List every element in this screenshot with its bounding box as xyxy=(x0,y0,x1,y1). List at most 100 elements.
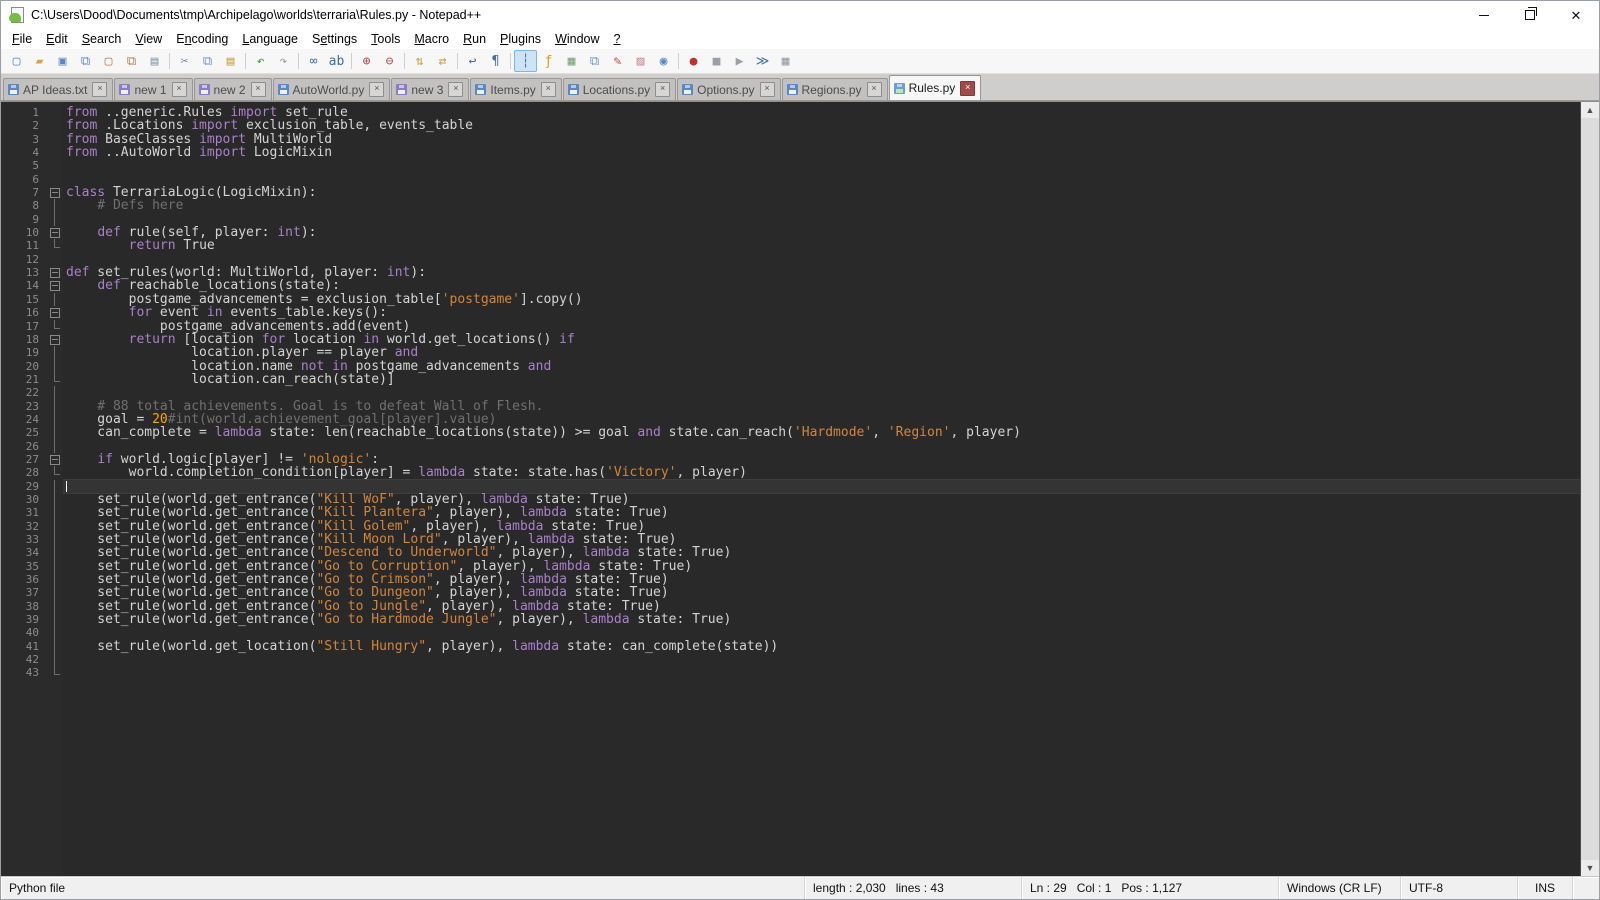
code-line-21[interactable]: location.can_reach(state)] xyxy=(63,373,1580,386)
edit-marker-icon[interactable]: ✎ xyxy=(606,50,629,72)
replace-icon[interactable]: ab xyxy=(325,50,348,72)
zoom-in-icon[interactable]: ⊕ xyxy=(355,50,378,72)
tab-close-icon[interactable]: × xyxy=(960,81,975,96)
code-line-41[interactable]: set_rule(world.get_location("Still Hungr… xyxy=(63,640,1580,653)
tab-close-icon[interactable]: × xyxy=(251,82,266,97)
sync-vertical-icon[interactable]: ⇅ xyxy=(408,50,431,72)
sync-horizontal-icon[interactable]: ⇄ xyxy=(431,50,454,72)
code-line-9[interactable] xyxy=(63,213,1580,226)
word-wrap-icon[interactable]: ↩ xyxy=(461,50,484,72)
find-icon[interactable]: ∞ xyxy=(302,50,325,72)
paste-icon[interactable]: ▤ xyxy=(219,50,242,72)
tab-close-icon[interactable]: × xyxy=(655,82,670,97)
code-line-8[interactable]: # Defs here xyxy=(63,199,1580,212)
code-line-43[interactable] xyxy=(63,666,1580,679)
code-line-23[interactable]: # 88 total achievements. Goal is to defe… xyxy=(63,400,1580,413)
tab-close-icon[interactable]: × xyxy=(448,82,463,97)
save-all-icon[interactable]: ⧉ xyxy=(74,50,97,72)
code-line-40[interactable] xyxy=(63,626,1580,639)
code-line-20[interactable]: location.name not in postgame_advancemen… xyxy=(63,360,1580,373)
code-line-30[interactable]: set_rule(world.get_entrance("Kill WoF", … xyxy=(63,493,1580,506)
code-line-3[interactable]: from BaseClasses import MultiWorld xyxy=(63,133,1580,146)
code-line-42[interactable] xyxy=(63,653,1580,666)
code-area[interactable]: from ..generic.Rules import set_rulefrom… xyxy=(63,102,1580,876)
show-all-chars-icon[interactable]: ¶ xyxy=(484,50,507,72)
menu-macro[interactable]: Macro xyxy=(407,30,456,48)
macro-record-icon[interactable]: ● xyxy=(682,50,705,72)
tab-close-icon[interactable]: × xyxy=(867,82,882,97)
menu-settings[interactable]: Settings xyxy=(305,30,364,48)
menu-file[interactable]: File xyxy=(5,30,39,48)
code-line-38[interactable]: set_rule(world.get_entrance("Go to Jungl… xyxy=(63,600,1580,613)
macro-play-icon[interactable]: ▶ xyxy=(728,50,751,72)
code-line-10[interactable]: def rule(self, player: int): xyxy=(63,226,1580,239)
code-line-17[interactable]: postgame_advancements.add(event) xyxy=(63,320,1580,333)
tab-rules-py[interactable]: Rules.py× xyxy=(889,75,982,100)
code-line-36[interactable]: set_rule(world.get_entrance("Go to Crims… xyxy=(63,573,1580,586)
fold-marker[interactable] xyxy=(47,186,63,199)
tab-close-icon[interactable]: × xyxy=(172,82,187,97)
tab-regions-py[interactable]: Regions.py× xyxy=(782,78,888,100)
tab-new-3[interactable]: new 3× xyxy=(391,78,469,100)
indent-guide-icon[interactable]: ┆ xyxy=(514,50,537,72)
folder-workspace-icon[interactable]: ▨ xyxy=(629,50,652,72)
code-line-22[interactable] xyxy=(63,386,1580,399)
tab-new-1[interactable]: new 1× xyxy=(114,78,192,100)
close-all-icon[interactable]: ⧉ xyxy=(120,50,143,72)
code-line-39[interactable]: set_rule(world.get_entrance("Go to Hardm… xyxy=(63,613,1580,626)
vertical-scrollbar[interactable]: ▲ ▼ xyxy=(1580,102,1599,876)
function-list-icon[interactable]: ƒ xyxy=(537,50,560,72)
close-button[interactable]: ✕ xyxy=(1553,1,1599,29)
fold-marker[interactable] xyxy=(47,279,63,292)
menu-encoding[interactable]: Encoding xyxy=(169,30,235,48)
fold-marker[interactable] xyxy=(47,226,63,239)
macro-run-multi-icon[interactable]: ≫ xyxy=(751,50,774,72)
tab-close-icon[interactable]: × xyxy=(541,82,556,97)
macro-stop-icon[interactable]: ■ xyxy=(705,50,728,72)
code-line-33[interactable]: set_rule(world.get_entrance("Kill Moon L… xyxy=(63,533,1580,546)
code-line-13[interactable]: def set_rules(world: MultiWorld, player:… xyxy=(63,266,1580,279)
code-line-2[interactable]: from .Locations import exclusion_table, … xyxy=(63,119,1580,132)
fold-marker[interactable] xyxy=(47,453,63,466)
code-line-4[interactable]: from ..AutoWorld import LogicMixin xyxy=(63,146,1580,159)
menu-run[interactable]: Run xyxy=(456,30,493,48)
restore-button[interactable] xyxy=(1507,1,1553,29)
code-line-12[interactable] xyxy=(63,253,1580,266)
tab-options-py[interactable]: Options.py× xyxy=(677,78,780,100)
tab-ap-ideas-txt[interactable]: AP Ideas.txt× xyxy=(3,78,113,100)
code-line-26[interactable] xyxy=(63,440,1580,453)
document-switcher-icon[interactable]: ⧉ xyxy=(583,50,606,72)
code-line-5[interactable] xyxy=(63,159,1580,172)
tab-items-py[interactable]: Items.py× xyxy=(470,78,561,100)
code-line-29[interactable] xyxy=(63,480,1580,493)
code-line-37[interactable]: set_rule(world.get_entrance("Go to Dunge… xyxy=(63,586,1580,599)
tab-new-2[interactable]: new 2× xyxy=(194,78,272,100)
document-map-icon[interactable]: ▦ xyxy=(560,50,583,72)
code-line-18[interactable]: return [location for location in world.g… xyxy=(63,333,1580,346)
menu-?[interactable]: ? xyxy=(607,30,628,48)
code-line-27[interactable]: if world.logic[player] != 'nologic': xyxy=(63,453,1580,466)
code-line-14[interactable]: def reachable_locations(state): xyxy=(63,279,1580,292)
view-eye-icon[interactable]: ◉ xyxy=(652,50,675,72)
code-line-28[interactable]: world.completion_condition[player] = lam… xyxy=(63,466,1580,479)
fold-marker[interactable] xyxy=(47,266,63,279)
macro-save-icon[interactable]: ▦ xyxy=(774,50,797,72)
code-line-19[interactable]: location.player == player and xyxy=(63,346,1580,359)
code-line-31[interactable]: set_rule(world.get_entrance("Kill Plante… xyxy=(63,506,1580,519)
undo-icon[interactable]: ↶ xyxy=(249,50,272,72)
tab-close-icon[interactable]: × xyxy=(369,82,384,97)
new-file-icon[interactable]: ▢ xyxy=(5,50,28,72)
tab-close-icon[interactable]: × xyxy=(92,82,107,97)
cut-icon[interactable]: ✂ xyxy=(173,50,196,72)
tab-locations-py[interactable]: Locations.py× xyxy=(563,78,676,100)
scroll-up-arrow[interactable]: ▲ xyxy=(1581,102,1599,118)
bookmark-margin[interactable] xyxy=(1,102,11,876)
fold-marker[interactable] xyxy=(47,333,63,346)
code-line-15[interactable]: postgame_advancements = exclusion_table[… xyxy=(63,293,1580,306)
menu-language[interactable]: Language xyxy=(235,30,305,48)
code-line-7[interactable]: class TerrariaLogic(LogicMixin): xyxy=(63,186,1580,199)
menu-edit[interactable]: Edit xyxy=(39,30,75,48)
code-line-32[interactable]: set_rule(world.get_entrance("Kill Golem"… xyxy=(63,520,1580,533)
close-icon[interactable]: ▢ xyxy=(97,50,120,72)
menu-view[interactable]: View xyxy=(128,30,169,48)
